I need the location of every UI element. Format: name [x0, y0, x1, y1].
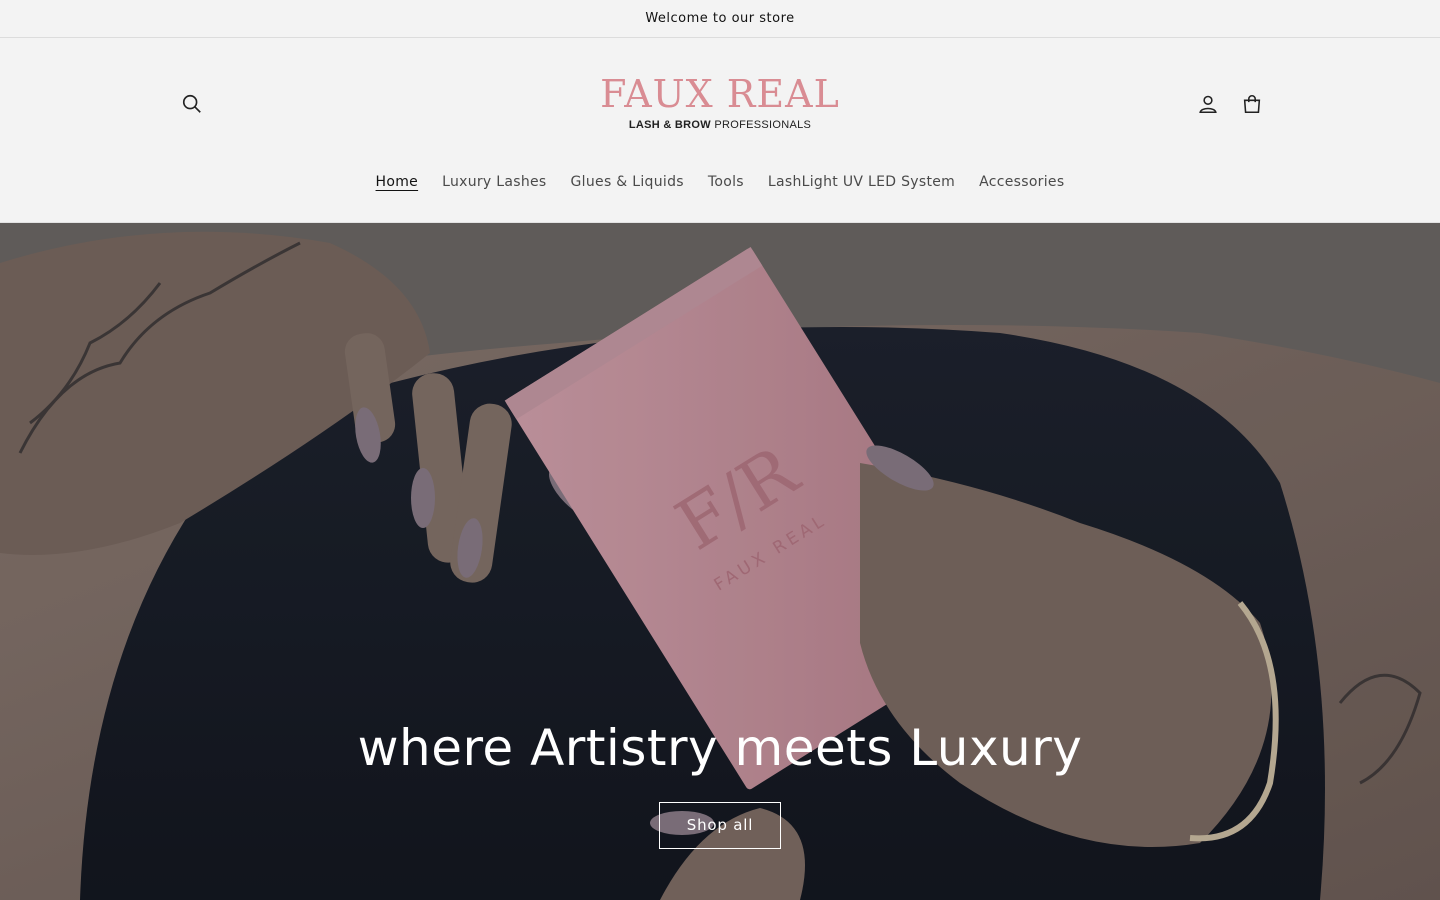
- account-button[interactable]: [1186, 82, 1230, 126]
- search-icon: [182, 94, 201, 113]
- logo-tagline: LASH & BROW PROFESSIONALS: [628, 119, 812, 131]
- nav-item-accessories[interactable]: Accessories: [967, 168, 1076, 196]
- hero-title: where Artistry meets Luxury: [357, 719, 1083, 777]
- search-button[interactable]: [170, 82, 214, 126]
- hero-content: where Artistry meets Luxury Shop all: [0, 718, 1440, 849]
- announcement-text: Welcome to our store: [645, 11, 795, 26]
- hero-banner: F/R FAUX REAL where Artistry meets Luxur…: [0, 223, 1440, 900]
- user-icon: [1199, 95, 1217, 114]
- nav-item-luxury-lashes[interactable]: Luxury Lashes: [430, 168, 558, 196]
- nav-item-glues-liquids[interactable]: Glues & Liquids: [559, 168, 696, 196]
- logo-wordmark: FAUX REAL: [600, 72, 840, 116]
- main-nav: Home Luxury Lashes Glues & Liquids Tools…: [0, 168, 1440, 196]
- cart-icon: [1243, 95, 1261, 114]
- cart-button[interactable]: [1230, 82, 1274, 126]
- nav-item-home[interactable]: Home: [364, 168, 431, 196]
- announcement-bar: Welcome to our store: [0, 0, 1440, 38]
- shop-all-button[interactable]: Shop all: [659, 802, 781, 849]
- store-logo[interactable]: FAUX REAL LASH & BROW PROFESSIONALS: [580, 71, 860, 141]
- nav-item-lashlight[interactable]: LashLight UV LED System: [756, 168, 967, 196]
- nav-item-tools[interactable]: Tools: [696, 168, 756, 196]
- site-header: FAUX REAL LASH & BROW PROFESSIONALS Home…: [0, 38, 1440, 223]
